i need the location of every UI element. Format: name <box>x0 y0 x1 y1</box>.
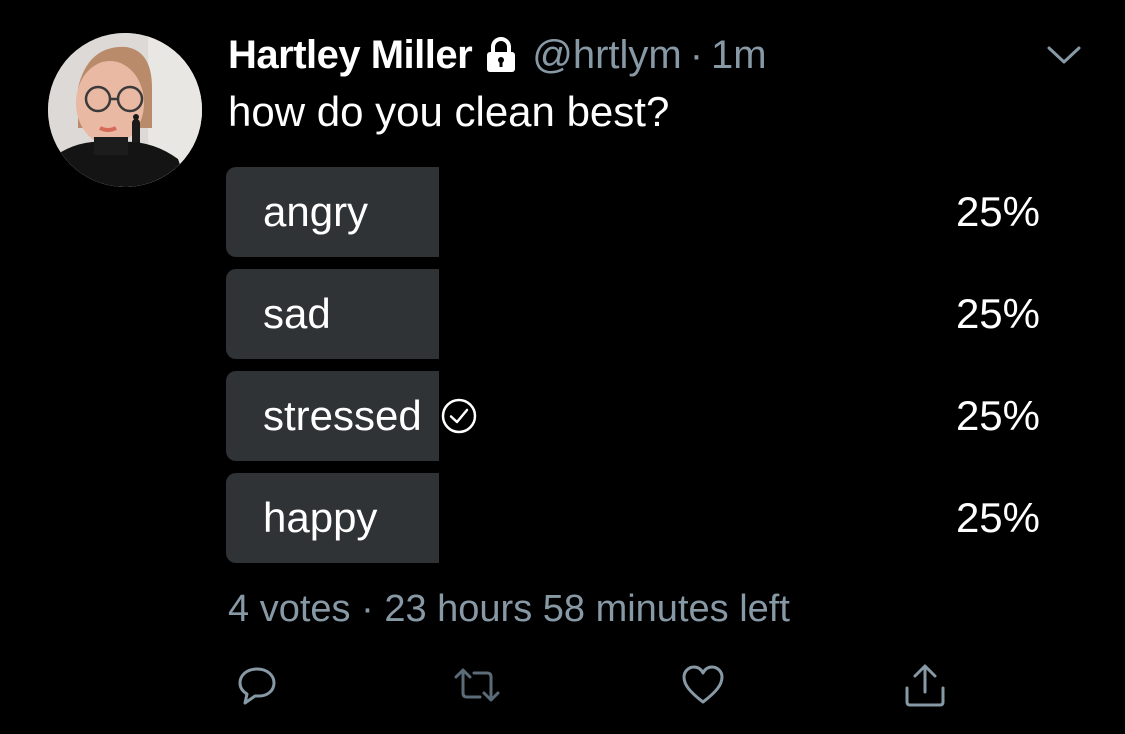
poll-time-left: 23 hours 58 minutes left <box>384 588 790 630</box>
poll-option: happy 25% <box>226 473 1046 563</box>
poll-option-label: happy <box>263 473 377 563</box>
poll-meta-separator: · <box>361 588 374 630</box>
poll-option-percent: 25% <box>955 494 1040 541</box>
check-circle-icon <box>440 397 478 435</box>
poll: angry 25% sad 25% stressed 25% happy 25% <box>226 167 1046 575</box>
poll-option-label: angry <box>263 167 368 257</box>
poll-option-percent: 25% <box>955 392 1040 439</box>
avatar-photo <box>48 33 202 187</box>
tweet-timestamp[interactable]: 1m <box>711 33 767 78</box>
chevron-down-icon[interactable] <box>1045 40 1083 70</box>
tweet-actions <box>228 660 958 710</box>
poll-option-percent: 25% <box>955 188 1040 235</box>
poll-vote-count: 4 votes <box>228 588 351 630</box>
poll-option: sad 25% <box>226 269 1046 359</box>
retweet-icon[interactable] <box>452 660 502 710</box>
display-name[interactable]: Hartley Miller <box>228 33 473 78</box>
poll-option-label: sad <box>263 269 331 359</box>
reply-icon[interactable] <box>232 660 282 710</box>
poll-option-text: angry <box>263 188 369 235</box>
poll-option: angry 25% <box>226 167 1046 257</box>
tweet-text: how do you clean best? <box>228 88 670 135</box>
poll-meta: 4 votes · 23 hours 58 minutes left <box>228 588 790 631</box>
poll-option-label: stressed <box>263 371 478 461</box>
poll-option-selected: stressed 25% <box>226 371 1046 461</box>
avatar[interactable] <box>48 33 202 187</box>
heart-icon[interactable] <box>678 660 728 710</box>
header-separator: · <box>689 32 704 77</box>
tweet[interactable]: Hartley Miller @hrtlym · 1m how do you c… <box>0 0 1125 734</box>
tweet-header: Hartley Miller @hrtlym · 1m <box>228 30 767 80</box>
poll-option-percent: 25% <box>955 290 1040 337</box>
user-handle[interactable]: @hrtlym <box>532 33 682 78</box>
poll-option-text: sad <box>263 290 331 337</box>
share-icon[interactable] <box>900 660 950 710</box>
poll-option-text: happy <box>263 494 378 541</box>
poll-option-text: stressed <box>263 392 422 439</box>
lock-icon <box>484 36 518 74</box>
poll-bar <box>226 269 439 359</box>
